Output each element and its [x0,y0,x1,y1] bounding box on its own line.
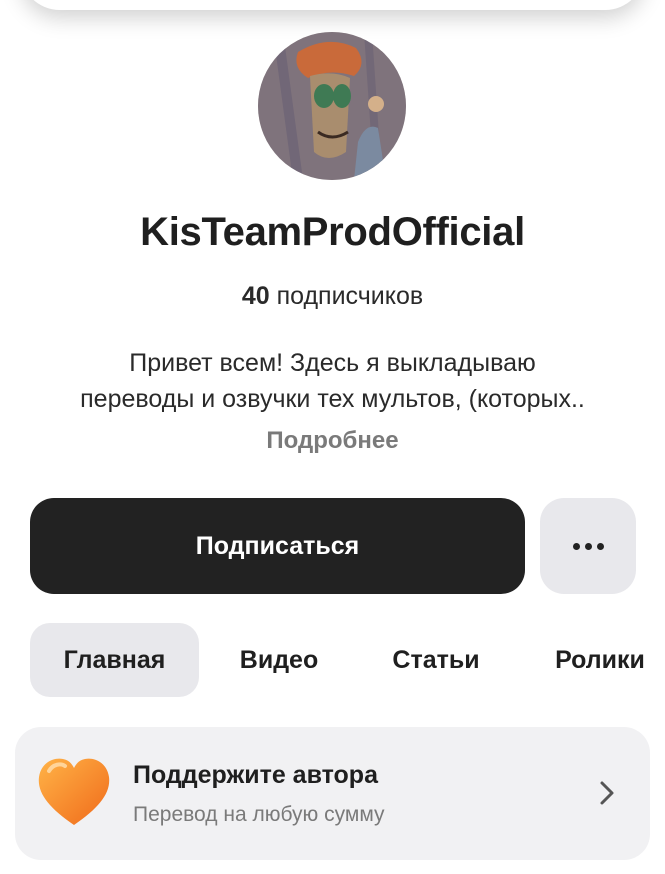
subscribers-label: подписчиков [276,282,424,310]
tab-shorts[interactable]: Ролики [535,623,665,697]
tab-main[interactable]: Главная [30,623,199,697]
tab-articles[interactable]: Статьи [370,623,502,697]
channel-name: KisTeamProdOfficial [140,210,525,254]
more-options-button[interactable] [540,498,636,594]
avatar-drawing-icon [258,32,406,180]
subscribers-number: 40 [241,282,270,310]
subscribe-button[interactable]: Подписаться [30,498,525,594]
more-horizontal-icon [572,542,604,550]
support-author-card[interactable]: Поддержите автора Перевод на любую сумму [15,727,650,860]
description-line-1: Привет всем! Здесь я выкладываю [129,349,536,377]
more-link[interactable]: Подробнее [0,427,665,455]
description-line-2: переводы и озвучки тех мультов, (которых… [80,385,585,413]
heart-icon [38,758,110,825]
tab-video[interactable]: Видео [218,623,340,697]
support-subtitle: Перевод на любую сумму [133,803,385,826]
channel-description: Привет всем! Здесь я выкладываю переводы… [0,345,665,417]
subscribers-count: 40 подписчиков [0,282,665,311]
avatar[interactable] [258,32,406,180]
top-bar-shadow [20,0,645,10]
chevron-right-icon [600,781,614,805]
support-title: Поддержите автора [133,761,378,789]
